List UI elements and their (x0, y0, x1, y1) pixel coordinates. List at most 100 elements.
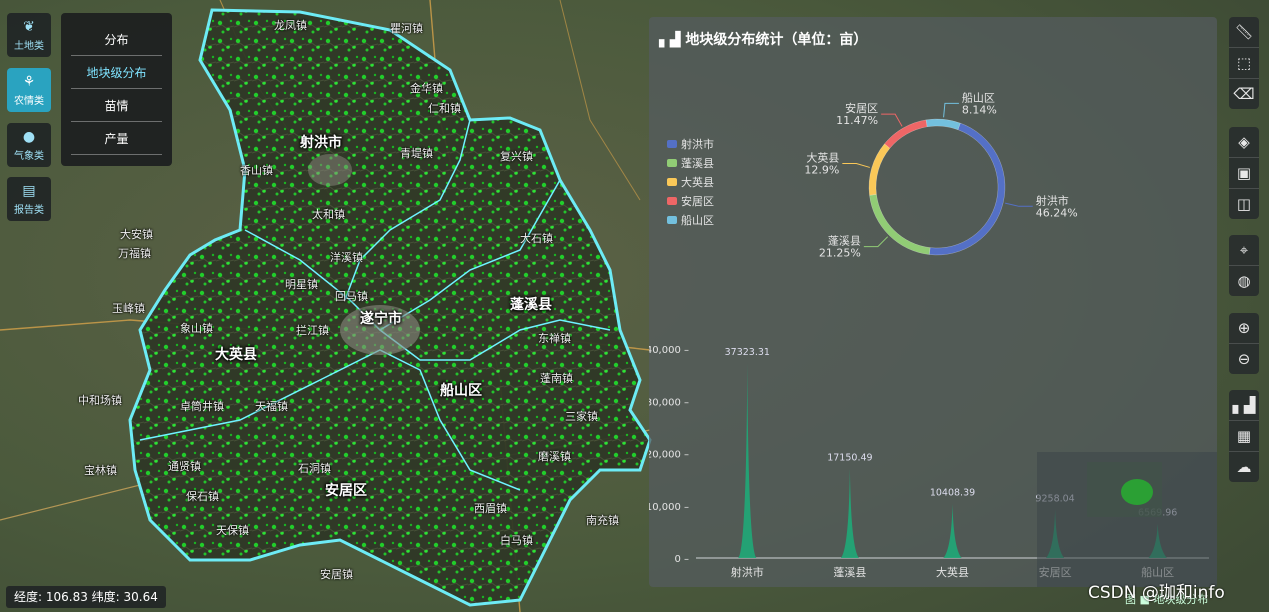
map-town-label: 天保镇 (216, 524, 249, 537)
map-town-label: 万福镇 (118, 247, 151, 260)
map-town-label: 南充镇 (586, 514, 619, 527)
minimap-canvas (1087, 462, 1162, 517)
legend-swatch (667, 140, 677, 148)
legend-label: 安居区 (681, 194, 714, 208)
donut-label-line (881, 113, 903, 127)
map-town-label: 拦江镇 (296, 324, 329, 337)
legend-label: 射洪市 (681, 137, 714, 151)
map-town-label: 仁和镇 (428, 102, 461, 115)
donut-label-line (842, 163, 870, 168)
category-label: 土地类 (14, 40, 44, 52)
category-label: 报告类 (14, 204, 44, 216)
map-region-label: 射洪市 (300, 135, 342, 151)
map-town-label: 大安镇 (120, 228, 153, 241)
map-region-label: 船山区 (440, 383, 482, 399)
image-icon[interactable]: ▣ (1229, 157, 1259, 188)
map-town-label: 洋溪镇 (330, 251, 363, 264)
legend-swatch (667, 197, 677, 205)
zoom-tool-group: ⊕ ⊖ (1229, 313, 1259, 374)
zoom-in-icon[interactable]: ⊕ (1229, 313, 1259, 343)
peak-mark (840, 468, 859, 558)
peak-value-label: 10408.39 (930, 488, 975, 499)
download-icon[interactable]: ☁ (1229, 451, 1259, 482)
map-town-label: 中和场镇 (78, 394, 122, 407)
map-town-label: 回马镇 (335, 290, 368, 303)
submenu-item-distribution[interactable]: 分布 (71, 25, 162, 56)
y-tick-label: 20,000 – (649, 450, 689, 461)
map-town-label: 香山镇 (240, 164, 273, 177)
drop-icon: ● (22, 128, 36, 145)
map-town-label: 保石镇 (186, 490, 219, 503)
x-tick-label: 蓬溪县 (833, 566, 866, 579)
submenu-item-yield[interactable]: 产量 (71, 124, 162, 155)
submenu-item-seedling[interactable]: 苗情 (71, 91, 162, 122)
map-town-label: 卓筒井镇 (180, 400, 224, 413)
map-town-label: 金华镇 (410, 82, 443, 95)
category-label: 气象类 (14, 150, 44, 162)
area-measure-icon[interactable]: ⬚ (1229, 47, 1259, 78)
donut-slice-value: 21.25% (819, 247, 861, 260)
legend-swatch (667, 159, 677, 167)
panel-title-text: 地块级分布统计（单位：亩） (685, 32, 868, 48)
category-agri-button[interactable]: ⚘ 农情类 (7, 68, 51, 112)
map-town-label: 瞿河镇 (390, 22, 423, 35)
map-region-label: 安居区 (325, 483, 367, 499)
layers-icon[interactable]: ◈ (1229, 127, 1259, 157)
map-town-label: 安居镇 (320, 568, 353, 581)
donut-slice (925, 118, 961, 131)
map-region-label: 遂宁市 (360, 311, 402, 327)
ruler-icon[interactable]: 📏︎ (1229, 17, 1259, 47)
globe-icon[interactable]: ◍ (1229, 265, 1259, 296)
map-town-label: 大石镇 (520, 232, 553, 245)
panel-title: ▖▟ 地块级分布统计（单位：亩） (659, 29, 867, 49)
locate-tool-group: ⌖ ◍ (1229, 235, 1259, 296)
map-town-label: 通贤镇 (168, 460, 201, 473)
clear-icon[interactable]: ⌫ (1229, 78, 1259, 109)
map-town-label: 三家镇 (565, 410, 598, 423)
map-town-label: 太和镇 (312, 208, 345, 221)
donut-slice-value: 46.24% (1036, 206, 1078, 219)
map-town-label: 象山镇 (180, 322, 213, 335)
map-town-label: 青堤镇 (400, 147, 433, 160)
y-tick-label: 30,000 – (649, 397, 689, 408)
legend-swatch (667, 178, 677, 186)
peak-value-label: 17150.49 (827, 452, 872, 463)
submenu-item-plot-distribution[interactable]: 地块级分布 (71, 58, 162, 89)
legend-swatch (667, 216, 677, 224)
category-report-button[interactable]: ▤ 报告类 (7, 177, 51, 221)
map-town-label: 龙凤镇 (274, 19, 307, 32)
map-town-label: 明星镇 (285, 278, 318, 291)
peak-mark (738, 362, 757, 558)
split-icon[interactable]: ◫ (1229, 188, 1259, 219)
category-land-button[interactable]: ❦ 土地类 (7, 13, 51, 57)
layer-tool-group: ◈ ▣ ◫ (1229, 127, 1259, 219)
wheat-icon: ⚘ (22, 73, 36, 90)
map-town-label: 西眉镇 (474, 502, 507, 515)
map-town-label: 东禅镇 (538, 332, 571, 345)
peak-mark (943, 503, 962, 558)
measure-tool-group: 📏︎ ⬚ ⌫ (1229, 17, 1259, 109)
donut-slice-label: 大英县 (806, 151, 839, 165)
map-town-label: 复兴镇 (500, 150, 533, 163)
table-icon[interactable]: ▦ (1229, 420, 1259, 451)
map-town-label: 玉峰镇 (112, 302, 145, 315)
bar-chart-icon: ▖▟ (659, 32, 681, 48)
stats-icon[interactable]: ▖▟ (1229, 390, 1259, 420)
map-region-label: 蓬溪县 (510, 297, 552, 313)
map-town-label: 磨溪镇 (538, 450, 571, 463)
locate-icon[interactable]: ⌖ (1229, 235, 1259, 265)
zoom-out-icon[interactable]: ⊖ (1229, 343, 1259, 374)
donut-label-line (943, 102, 959, 118)
donut-slice-label: 射洪市 (1036, 193, 1069, 207)
x-tick-label: 大英县 (936, 565, 969, 579)
overview-minimap[interactable] (1037, 452, 1217, 587)
donut-slice (884, 119, 928, 149)
donut-slice-label: 安居区 (845, 101, 878, 115)
category-weather-button[interactable]: ● 气象类 (7, 123, 51, 167)
y-tick-label: 10,000 – (649, 502, 689, 513)
data-tool-group: ▖▟ ▦ ☁ (1229, 390, 1259, 482)
legend-label: 船山区 (681, 213, 714, 227)
map-town-label: 白马镇 (500, 534, 533, 547)
donut-slice-value: 12.9% (804, 164, 839, 177)
donut-slice (929, 122, 1006, 256)
